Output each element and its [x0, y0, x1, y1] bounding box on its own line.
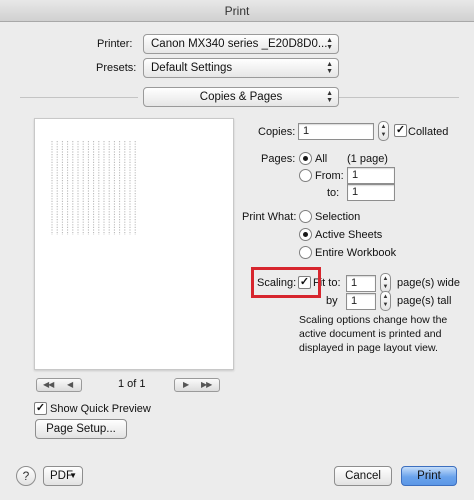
copies-stepper[interactable]: ▲ ▼	[378, 121, 389, 141]
help-button[interactable]: ?	[16, 466, 36, 486]
popup-arrows-icon: ▲ ▼	[326, 37, 333, 51]
pages-to-label: to:	[327, 187, 340, 199]
separator-left	[20, 97, 138, 98]
print-preview-page	[34, 118, 234, 370]
scaling-note-line-3: displayed in page layout view.	[299, 342, 438, 354]
page-indicator: 1 of 1	[118, 378, 146, 390]
show-quick-preview-label: Show Quick Preview	[50, 403, 151, 415]
printer-value: Canon MX340 series _E20D8D0...	[151, 38, 328, 50]
popup-arrows-icon: ▲ ▼	[326, 90, 333, 104]
pages-label: Pages:	[261, 153, 296, 165]
pages-count: (1 page)	[347, 153, 388, 165]
print-entire-workbook-label: Entire Workbook	[315, 247, 397, 259]
window-title: Print	[224, 4, 250, 18]
pager-next-last[interactable]: ▶ ▶▶	[174, 378, 220, 392]
pages-all-label: All	[315, 153, 328, 165]
print-button[interactable]: Print	[401, 466, 457, 486]
pages-from-input[interactable]: 1	[347, 167, 395, 184]
prev-page-icon[interactable]: ◀	[67, 379, 73, 391]
highlight-box	[251, 267, 321, 298]
cancel-label: Cancel	[345, 470, 381, 482]
print-entire-workbook-radio[interactable]	[299, 246, 312, 259]
separator-right	[339, 97, 459, 98]
pages-wide-input[interactable]: 1	[346, 275, 376, 292]
pages-from-label: From:	[315, 170, 344, 182]
print-active-sheets-label: Active Sheets	[315, 229, 383, 241]
print-label: Print	[417, 470, 441, 482]
next-page-icon[interactable]: ▶	[183, 379, 189, 391]
pages-all-radio[interactable]	[299, 152, 312, 165]
popup-arrows-icon: ▲ ▼	[326, 61, 333, 75]
page-setup-label: Page Setup...	[46, 423, 116, 435]
section-popup-value: Copies & Pages	[199, 91, 283, 103]
pages-to-input[interactable]: 1	[347, 184, 395, 201]
pager-first-prev[interactable]: ◀◀ ◀	[36, 378, 82, 392]
help-icon: ?	[22, 469, 30, 483]
scaling-note-line-2: active document is printed and	[299, 328, 442, 340]
page-setup-button[interactable]: Page Setup...	[35, 419, 127, 439]
pages-from-radio[interactable]	[299, 169, 312, 182]
print-active-sheets-radio[interactable]	[299, 228, 312, 241]
print-selection-label: Selection	[315, 211, 361, 223]
pdf-menu-button[interactable]: PDF ▼	[43, 466, 83, 486]
presets-label: Presets:	[96, 62, 137, 74]
pages-tall-stepper[interactable]: ▲ ▼	[380, 291, 391, 311]
pages-wide-label: page(s) wide	[397, 277, 460, 289]
collated-checkbox[interactable]: ✓	[394, 124, 407, 137]
window-titlebar: Print	[0, 0, 474, 22]
presets-popup[interactable]: Default Settings ▲ ▼	[143, 58, 339, 78]
cancel-button[interactable]: Cancel	[334, 466, 392, 486]
pages-tall-label: page(s) tall	[397, 295, 452, 307]
preview-content	[51, 141, 136, 235]
first-page-icon[interactable]: ◀◀	[43, 379, 54, 391]
show-quick-preview-checkbox[interactable]: ✓	[34, 402, 47, 415]
copies-label: Copies:	[258, 126, 296, 138]
print-what-label: Print What:	[242, 211, 297, 223]
last-page-icon[interactable]: ▶▶	[201, 379, 212, 391]
pages-wide-stepper[interactable]: ▲ ▼	[380, 273, 391, 293]
pages-tall-input[interactable]: 1	[346, 293, 376, 310]
collated-label: Collated	[408, 126, 449, 138]
by-label: by	[326, 295, 338, 307]
section-popup[interactable]: Copies & Pages ▲ ▼	[143, 87, 339, 107]
presets-value: Default Settings	[151, 62, 233, 74]
printer-popup[interactable]: Canon MX340 series _E20D8D0... ▲ ▼	[143, 34, 339, 54]
print-selection-radio[interactable]	[299, 210, 312, 223]
scaling-note-line-1: Scaling options change how the	[299, 314, 448, 326]
printer-label: Printer:	[97, 38, 133, 50]
copies-input[interactable]: 1	[298, 123, 374, 140]
chevron-down-icon: ▼	[69, 471, 77, 480]
